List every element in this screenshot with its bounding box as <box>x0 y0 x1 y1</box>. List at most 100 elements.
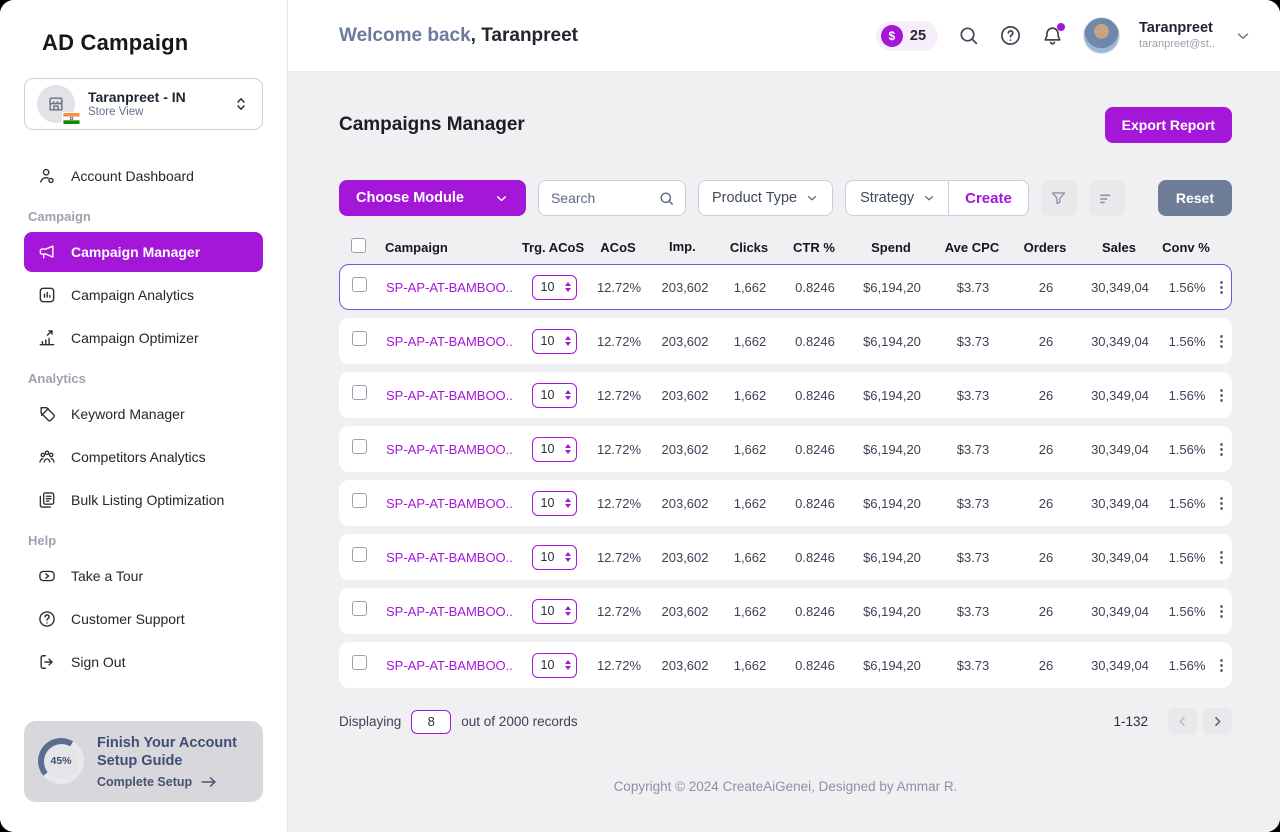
sort-button[interactable] <box>1089 180 1125 216</box>
step-up-icon[interactable] <box>565 660 571 664</box>
stepper-arrows-icon[interactable] <box>565 660 571 670</box>
sidebar-item-competitors-analytics[interactable]: Competitors Analytics <box>24 437 263 477</box>
stepper-arrows-icon[interactable] <box>565 282 571 292</box>
trg-acos-stepper[interactable]: 10 <box>532 491 577 516</box>
table-row[interactable]: SP-AP-AT-BAMBOO..1012.72%203,6021,6620.8… <box>339 318 1232 364</box>
column-header[interactable]: Ave CPC <box>933 240 1011 255</box>
sidebar-item-campaign-optimizer[interactable]: Campaign Optimizer <box>24 318 263 358</box>
step-up-icon[interactable] <box>565 444 571 448</box>
step-down-icon[interactable] <box>565 558 571 562</box>
reset-button[interactable]: Reset <box>1158 180 1232 216</box>
search-icon[interactable] <box>957 24 980 47</box>
column-header[interactable]: ACoS <box>587 240 649 255</box>
stepper-arrows-icon[interactable] <box>565 552 571 562</box>
row-checkbox[interactable] <box>352 439 367 454</box>
row-menu-kebab-icon[interactable]: ⋮ <box>1214 494 1229 512</box>
create-button[interactable]: Create <box>949 190 1028 207</box>
sidebar-item-customer-support[interactable]: Customer Support <box>24 599 263 639</box>
sidebar-item-bulk-listing-optimization[interactable]: Bulk Listing Optimization <box>24 480 263 520</box>
stepper-arrows-icon[interactable] <box>565 336 571 346</box>
step-down-icon[interactable] <box>565 396 571 400</box>
column-header[interactable]: Imp. <box>649 239 719 255</box>
table-row[interactable]: SP-AP-AT-BAMBOO..1012.72%203,6021,6620.8… <box>339 588 1232 634</box>
row-checkbox[interactable] <box>352 277 367 292</box>
stepper-arrows-icon[interactable] <box>565 390 571 400</box>
row-menu-kebab-icon[interactable]: ⋮ <box>1214 278 1229 296</box>
column-header[interactable]: Clicks <box>719 240 779 255</box>
step-up-icon[interactable] <box>565 282 571 286</box>
row-menu-kebab-icon[interactable]: ⋮ <box>1214 332 1229 350</box>
help-icon[interactable] <box>999 24 1022 47</box>
prev-page-button[interactable] <box>1168 708 1197 735</box>
row-checkbox[interactable] <box>352 601 367 616</box>
sidebar-item-take-a-tour[interactable]: Take a Tour <box>24 556 263 596</box>
table-row[interactable]: SP-AP-AT-BAMBOO..1012.72%203,6021,6620.8… <box>339 642 1232 688</box>
trg-acos-stepper[interactable]: 10 <box>532 437 577 462</box>
row-checkbox[interactable] <box>352 493 367 508</box>
strategy-dropdown[interactable]: Strategy <box>846 190 948 206</box>
step-down-icon[interactable] <box>565 504 571 508</box>
stepper-arrows-icon[interactable] <box>565 444 571 454</box>
row-menu-kebab-icon[interactable]: ⋮ <box>1214 656 1229 674</box>
setup-guide-card[interactable]: 45% Finish Your Account Setup Guide Comp… <box>24 721 263 802</box>
row-menu-kebab-icon[interactable]: ⋮ <box>1214 440 1229 458</box>
campaign-link[interactable]: SP-AP-AT-BAMBOO.. <box>382 280 520 295</box>
row-menu-kebab-icon[interactable]: ⋮ <box>1214 386 1229 404</box>
column-header[interactable]: Conv % <box>1159 240 1213 255</box>
export-report-button[interactable]: Export Report <box>1105 107 1232 143</box>
trg-acos-stepper[interactable]: 10 <box>532 599 577 624</box>
row-checkbox[interactable] <box>352 385 367 400</box>
campaign-link[interactable]: SP-AP-AT-BAMBOO.. <box>382 496 520 511</box>
step-up-icon[interactable] <box>565 498 571 502</box>
notifications-bell-icon[interactable] <box>1041 24 1064 47</box>
row-menu-kebab-icon[interactable]: ⋮ <box>1214 548 1229 566</box>
table-row[interactable]: SP-AP-AT-BAMBOO..1012.72%203,6021,6620.8… <box>339 372 1232 418</box>
trg-acos-stepper[interactable]: 10 <box>532 545 577 570</box>
column-header[interactable]: Spend <box>849 240 933 255</box>
step-down-icon[interactable] <box>565 612 571 616</box>
step-up-icon[interactable] <box>565 336 571 340</box>
row-checkbox[interactable] <box>352 547 367 562</box>
choose-module-dropdown[interactable]: Choose Module <box>339 180 526 216</box>
column-header[interactable]: Orders <box>1011 240 1079 255</box>
sidebar-item-sign-out[interactable]: Sign Out <box>24 642 263 682</box>
step-down-icon[interactable] <box>565 450 571 454</box>
campaign-link[interactable]: SP-AP-AT-BAMBOO.. <box>382 550 520 565</box>
column-header[interactable]: Campaign <box>381 240 519 255</box>
credits-badge[interactable]: $ 25 <box>876 21 938 51</box>
campaign-link[interactable]: SP-AP-AT-BAMBOO.. <box>382 604 520 619</box>
next-page-button[interactable] <box>1203 708 1232 735</box>
table-row[interactable]: SP-AP-AT-BAMBOO..1012.72%203,6021,6620.8… <box>339 264 1232 310</box>
table-row[interactable]: SP-AP-AT-BAMBOO..1012.72%203,6021,6620.8… <box>339 534 1232 580</box>
row-menu-kebab-icon[interactable]: ⋮ <box>1214 602 1229 620</box>
campaign-link[interactable]: SP-AP-AT-BAMBOO.. <box>382 388 520 403</box>
step-up-icon[interactable] <box>565 552 571 556</box>
campaign-link[interactable]: SP-AP-AT-BAMBOO.. <box>382 334 520 349</box>
complete-setup-link[interactable]: Complete Setup <box>97 775 249 789</box>
store-selector[interactable]: Taranpreet - IN Store View <box>24 78 263 130</box>
campaign-link[interactable]: SP-AP-AT-BAMBOO.. <box>382 658 520 673</box>
trg-acos-stepper[interactable]: 10 <box>532 383 577 408</box>
sidebar-item-keyword-manager[interactable]: Keyword Manager <box>24 394 263 434</box>
search-input[interactable] <box>551 190 658 206</box>
step-down-icon[interactable] <box>565 288 571 292</box>
column-header[interactable]: Trg. ACoS <box>519 240 587 255</box>
row-checkbox[interactable] <box>352 655 367 670</box>
filter-funnel-button[interactable] <box>1041 180 1077 216</box>
column-header[interactable]: CTR % <box>779 240 849 255</box>
user-avatar[interactable] <box>1083 17 1120 54</box>
select-all-checkbox[interactable] <box>351 238 366 253</box>
step-down-icon[interactable] <box>565 342 571 346</box>
chevron-down-icon[interactable] <box>1234 27 1252 45</box>
sidebar-item-account-dashboard[interactable]: Account Dashboard <box>24 156 263 196</box>
step-down-icon[interactable] <box>565 666 571 670</box>
table-row[interactable]: SP-AP-AT-BAMBOO..1012.72%203,6021,6620.8… <box>339 426 1232 472</box>
table-row[interactable]: SP-AP-AT-BAMBOO..1012.72%203,6021,6620.8… <box>339 480 1232 526</box>
trg-acos-stepper[interactable]: 10 <box>532 653 577 678</box>
trg-acos-stepper[interactable]: 10 <box>532 329 577 354</box>
sidebar-item-campaign-manager[interactable]: Campaign Manager <box>24 232 263 272</box>
page-size-input[interactable] <box>411 710 451 734</box>
row-checkbox[interactable] <box>352 331 367 346</box>
stepper-arrows-icon[interactable] <box>565 498 571 508</box>
user-menu[interactable]: Taranpreet taranpreet@st.. <box>1139 20 1215 51</box>
